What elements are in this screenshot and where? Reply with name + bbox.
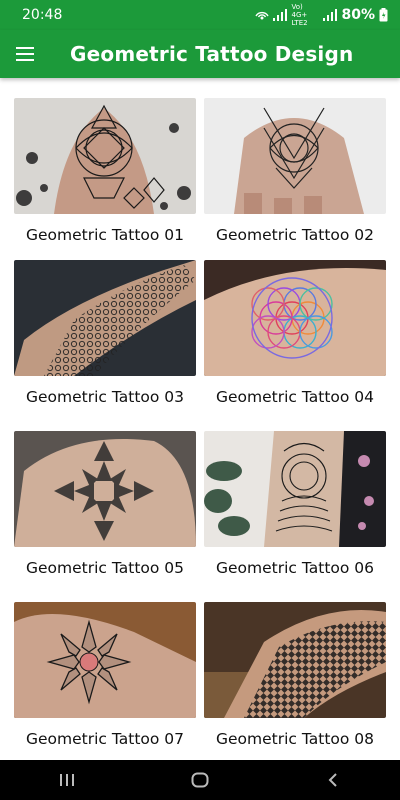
tattoo-card-03[interactable]: Geometric Tattoo 03 [14,260,196,420]
tattoo-label-08: Geometric Tattoo 08 [215,730,375,748]
tattoo-label-03: Geometric Tattoo 03 [25,388,185,406]
status-bar: 20:48 Vo) 4G+ LTE2 80% [0,0,400,30]
tattoo-thumbnail-08[interactable] [204,602,386,718]
hamburger-menu-icon[interactable] [16,42,40,66]
hotspot-icon [255,11,270,20]
tattoo-card-06[interactable]: Geometric Tattoo 06 [204,431,386,591]
recents-icon[interactable] [37,760,97,800]
status-icons: Vo) 4G+ LTE2 80% [255,3,388,27]
tattoo-thumbnail-03[interactable] [14,260,196,376]
tattoo-label-05: Geometric Tattoo 05 [25,559,185,577]
signal-icon [273,9,288,21]
tattoo-grid: Geometric Tattoo 01 Geometric Tattoo 02 … [0,96,400,760]
tattoo-card-04[interactable]: Geometric Tattoo 04 [204,260,386,420]
home-icon[interactable] [170,760,230,800]
tattoo-thumbnail-07[interactable] [14,602,196,718]
back-icon[interactable] [303,760,363,800]
app-bar: Geometric Tattoo Design [0,30,400,78]
tattoo-label-04: Geometric Tattoo 04 [215,388,375,406]
battery-percent: 80% [341,7,375,23]
tattoo-thumbnail-05[interactable] [14,431,196,547]
tattoo-label-02: Geometric Tattoo 02 [215,226,375,244]
status-time: 20:48 [22,7,63,23]
tattoo-card-01[interactable]: Geometric Tattoo 01 [14,98,196,258]
tattoo-thumbnail-04[interactable] [204,260,386,376]
tattoo-label-06: Geometric Tattoo 06 [215,559,375,577]
tattoo-thumbnail-01[interactable] [14,98,196,214]
tattoo-label-07: Geometric Tattoo 07 [25,730,185,748]
tattoo-thumbnail-06[interactable] [204,431,386,547]
tattoo-card-02[interactable]: Geometric Tattoo 02 [204,98,386,258]
signal-icon-2 [323,9,338,21]
tattoo-label-01: Geometric Tattoo 01 [25,226,185,244]
tattoo-card-07[interactable]: Geometric Tattoo 07 [14,602,196,760]
tattoo-card-08[interactable]: Geometric Tattoo 08 [204,602,386,760]
battery-icon [379,8,388,22]
network-type: Vo) 4G+ LTE2 [291,3,308,27]
tattoo-thumbnail-02[interactable] [204,98,386,214]
tattoo-card-05[interactable]: Geometric Tattoo 05 [14,431,196,591]
system-nav-bar [0,760,400,800]
app-title: Geometric Tattoo Design [70,42,354,66]
